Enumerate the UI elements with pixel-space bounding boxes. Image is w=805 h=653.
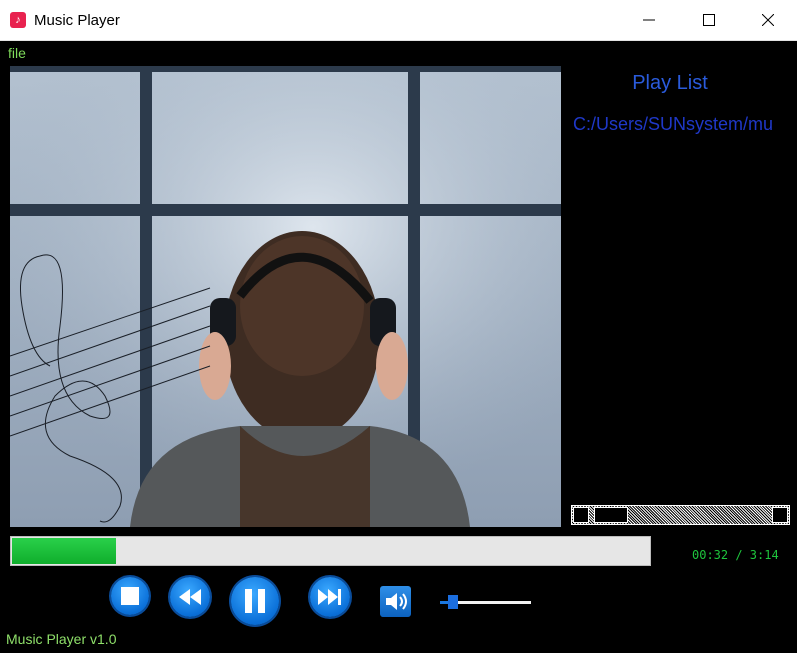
fast-forward-button[interactable] bbox=[310, 577, 350, 617]
rewind-button[interactable] bbox=[170, 577, 210, 617]
scroll-right-arrow[interactable] bbox=[772, 507, 788, 523]
volume-slider[interactable] bbox=[440, 595, 531, 609]
close-button[interactable] bbox=[738, 0, 798, 40]
minimize-button[interactable] bbox=[619, 0, 679, 40]
speaker-icon bbox=[386, 593, 407, 610]
album-art-image bbox=[10, 66, 561, 527]
title-bar: ♪ Music Player bbox=[0, 0, 797, 41]
music-note-icon: ♪ bbox=[10, 12, 26, 28]
window-title: Music Player bbox=[34, 12, 120, 29]
stop-icon bbox=[121, 587, 139, 605]
volume-button[interactable] bbox=[380, 586, 411, 617]
playlist-title: Play List bbox=[632, 72, 708, 94]
scroll-thumb[interactable] bbox=[594, 507, 628, 523]
scroll-left-arrow[interactable] bbox=[573, 507, 589, 523]
rewind-icon bbox=[179, 589, 201, 605]
menu-file[interactable]: file bbox=[8, 45, 26, 61]
pause-button[interactable] bbox=[231, 577, 279, 625]
minimize-icon bbox=[643, 19, 655, 21]
progress-fill bbox=[12, 538, 116, 564]
stop-button[interactable] bbox=[111, 577, 149, 615]
time-display: 00:32 / 3:14 bbox=[692, 548, 779, 562]
maximize-button[interactable] bbox=[679, 0, 739, 40]
playlist-item[interactable]: C:/Users/SUNsystem/mu bbox=[573, 114, 797, 135]
progress-bar[interactable] bbox=[10, 536, 651, 566]
status-text: Music Player v1.0 bbox=[6, 631, 117, 647]
playlist-scrollbar[interactable] bbox=[571, 505, 790, 525]
window-border bbox=[797, 0, 805, 653]
pause-icon bbox=[245, 589, 265, 613]
fast-forward-icon bbox=[318, 589, 341, 605]
volume-slider-thumb[interactable] bbox=[447, 595, 458, 609]
maximize-icon bbox=[703, 14, 715, 26]
close-icon bbox=[762, 14, 774, 26]
